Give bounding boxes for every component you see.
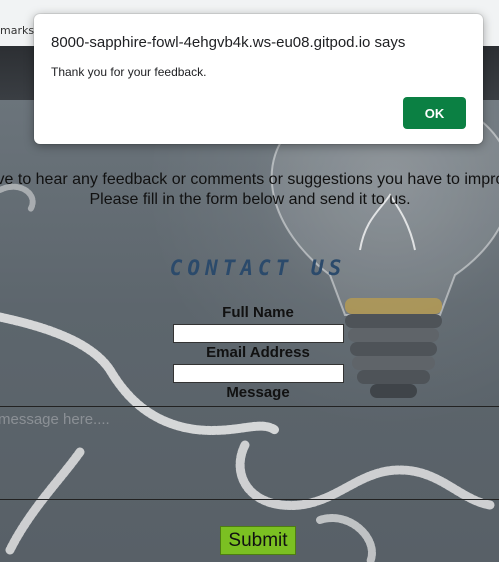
intro-line-2: Please fill in the form below and send i… bbox=[89, 191, 411, 208]
email-label: Email Address bbox=[206, 344, 310, 361]
intro-line-1: ove to hear any feedback or comments or … bbox=[0, 171, 499, 188]
dialog-message: Thank you for your feedback. bbox=[51, 65, 207, 79]
alert-dialog: 8000-sapphire-fowl-4ehgvb4k.ws-eu08.gitp… bbox=[34, 14, 483, 144]
message-textarea[interactable] bbox=[0, 406, 499, 500]
ok-button[interactable]: OK bbox=[403, 97, 466, 129]
bookmarks-label[interactable]: marks bbox=[0, 24, 34, 37]
dialog-title: 8000-sapphire-fowl-4ehgvb4k.ws-eu08.gitp… bbox=[51, 34, 406, 51]
full-name-label: Full Name bbox=[222, 304, 294, 321]
message-label: Message bbox=[226, 384, 290, 401]
email-input[interactable] bbox=[173, 364, 344, 383]
contact-heading: CONTACT US bbox=[169, 256, 347, 280]
submit-button[interactable]: Submit bbox=[220, 526, 296, 555]
full-name-input[interactable] bbox=[173, 324, 344, 343]
